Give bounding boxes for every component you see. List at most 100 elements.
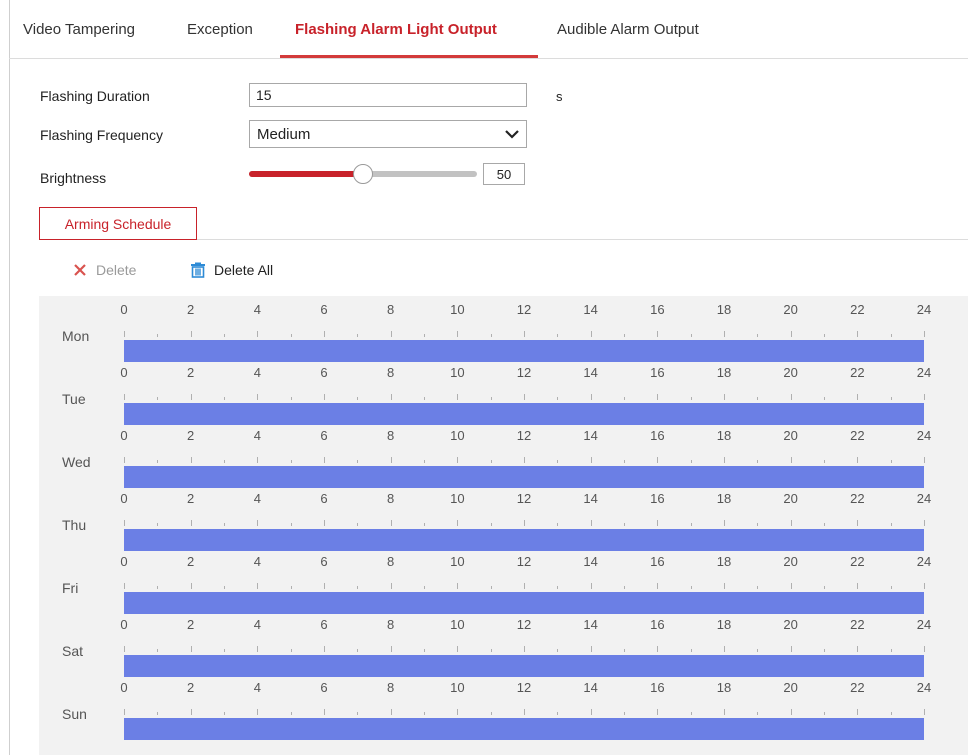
- hour-tick: [190, 457, 192, 463]
- hour-tick: [657, 394, 659, 400]
- hour-tick: [657, 331, 659, 337]
- hour-label: 14: [583, 365, 598, 380]
- schedule-row: Fri 0 2 4 6 8 10 12 14 16 18 20 22 24: [39, 548, 968, 614]
- hour-tick: [890, 460, 892, 463]
- hour-tick: [324, 457, 325, 463]
- brightness-slider-handle[interactable]: [353, 164, 373, 184]
- day-label: Sun: [62, 706, 87, 722]
- hour-tick: [357, 649, 359, 652]
- hour-tick: [657, 583, 659, 589]
- delete-button[interactable]: Delete: [72, 259, 136, 281]
- hour-tick: [357, 334, 359, 337]
- hour-label: 0: [120, 302, 128, 317]
- hour-label: 4: [253, 428, 261, 443]
- hour-tick: [457, 331, 459, 337]
- tab-audible-alarm-output[interactable]: Audible Alarm Output: [557, 21, 699, 38]
- hour-tick: [490, 460, 492, 463]
- hour-tick: [557, 523, 559, 526]
- hour-label: 2: [187, 491, 195, 506]
- hour-tick: [524, 646, 525, 652]
- hour-label: 2: [187, 365, 195, 380]
- hour-label: 14: [583, 491, 598, 506]
- hour-tick: [624, 523, 625, 526]
- hour-tick: [457, 457, 459, 463]
- hour-label: 24: [916, 680, 932, 695]
- brightness-slider[interactable]: [249, 162, 477, 186]
- hour-tick: [790, 583, 792, 589]
- tab-exception[interactable]: Exception: [187, 21, 253, 38]
- hour-tick: [657, 520, 659, 526]
- hour-label: 20: [783, 365, 798, 380]
- hour-tick: [557, 649, 559, 652]
- hour-tick: [690, 523, 692, 526]
- hour-tick: [390, 331, 392, 337]
- trash-icon: [191, 262, 205, 278]
- flashing-duration-input[interactable]: [249, 83, 527, 107]
- delete-all-button[interactable]: Delete All: [190, 259, 273, 281]
- hour-label: 8: [387, 617, 395, 632]
- hour-tick: [324, 709, 325, 715]
- hour-tick: [790, 520, 792, 526]
- hour-tick: [757, 649, 759, 652]
- hour-tick: [157, 334, 159, 337]
- hour-tick: [724, 457, 725, 463]
- flashing-frequency-value: Medium: [257, 126, 311, 143]
- hour-label: 10: [450, 302, 465, 317]
- hour-tick: [857, 583, 859, 589]
- hour-tick: [357, 397, 359, 400]
- hour-label: 22: [850, 554, 865, 569]
- hour-tick: [124, 583, 125, 589]
- close-icon: [74, 264, 86, 276]
- hour-tick: [590, 583, 592, 589]
- hour-tick: [524, 331, 525, 337]
- hour-label: 8: [387, 680, 395, 695]
- hour-tick: [690, 649, 692, 652]
- hour-tick: [424, 649, 425, 652]
- hour-tick: [824, 586, 825, 589]
- hour-tick: [257, 709, 259, 715]
- hour-tick: [257, 394, 259, 400]
- hour-label: 16: [650, 680, 665, 695]
- hour-tick: [724, 709, 725, 715]
- hour-tick: [257, 457, 259, 463]
- hour-tick: [290, 712, 292, 715]
- flashing-frequency-select[interactable]: Medium: [249, 120, 527, 148]
- hour-label: 24: [916, 302, 932, 317]
- hour-label: 10: [450, 554, 465, 569]
- hour-tick: [690, 712, 692, 715]
- hour-tick: [390, 583, 392, 589]
- hour-tick: [457, 646, 459, 652]
- hour-tick: [857, 520, 859, 526]
- hour-label: 16: [650, 617, 665, 632]
- hour-label: 4: [253, 491, 261, 506]
- brightness-value-input[interactable]: [483, 163, 525, 185]
- tab-video-tampering[interactable]: Video Tampering: [23, 21, 135, 38]
- duration-unit: s: [556, 89, 563, 104]
- section-divider: [197, 239, 968, 240]
- schedule-row: Mon 0 2 4 6 8 10 12 14 16 18 20 22 24: [39, 296, 968, 362]
- arming-schedule-button[interactable]: Arming Schedule: [39, 207, 197, 240]
- hour-tick: [324, 583, 325, 589]
- hour-tick: [557, 586, 559, 589]
- hour-tick: [224, 460, 225, 463]
- hour-tick: [124, 709, 125, 715]
- hour-label: 22: [850, 491, 865, 506]
- tab-flashing-alarm-light-output[interactable]: Flashing Alarm Light Output: [295, 21, 497, 38]
- hour-label: 0: [120, 428, 128, 443]
- hour-label: 12: [516, 302, 532, 317]
- hour-tick: [390, 394, 392, 400]
- hour-label: 6: [320, 428, 328, 443]
- schedule-time-segment[interactable]: [124, 718, 924, 740]
- hour-tick: [624, 334, 625, 337]
- hour-tick: [290, 586, 292, 589]
- hour-tick: [524, 457, 525, 463]
- hour-tick: [924, 520, 925, 526]
- hour-tick: [124, 646, 125, 652]
- hour-label: 20: [783, 617, 798, 632]
- hour-label: 14: [583, 428, 598, 443]
- hour-tick: [824, 397, 825, 400]
- hour-label: 10: [450, 428, 465, 443]
- hour-tick: [724, 646, 725, 652]
- hour-tick: [757, 397, 759, 400]
- hour-label: 12: [516, 617, 532, 632]
